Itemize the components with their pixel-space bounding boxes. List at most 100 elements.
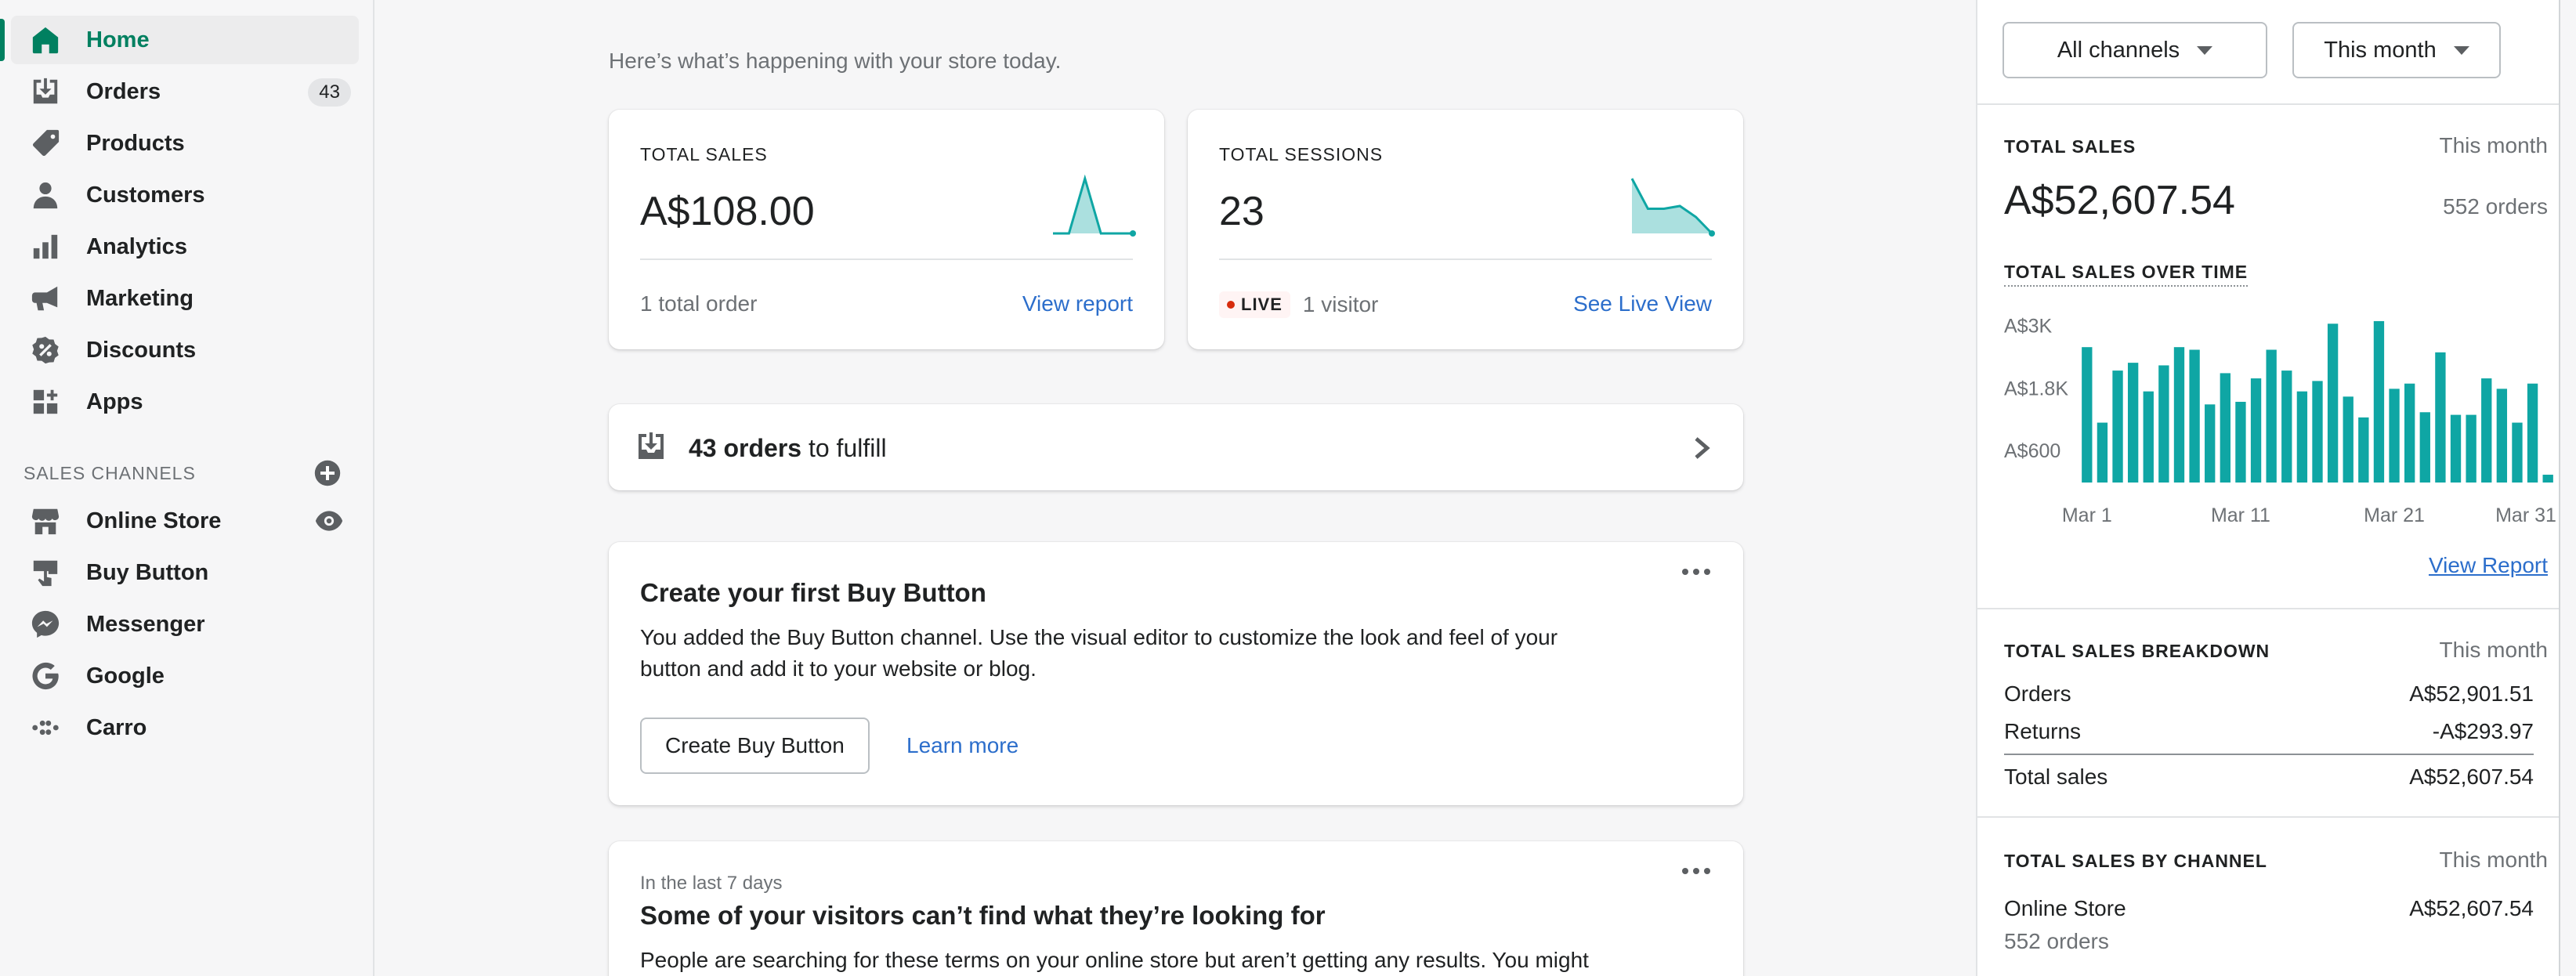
chart-bar[interactable]: [2189, 349, 2200, 483]
sidebar-item-label: Online Store: [86, 508, 222, 533]
live-dot-icon: [1227, 301, 1235, 309]
more-actions-icon[interactable]: [1681, 564, 1712, 580]
add-channel-icon[interactable]: [313, 459, 342, 487]
sidebar-item-marketing[interactable]: Marketing: [11, 274, 359, 323]
chart-bar[interactable]: [2127, 363, 2139, 483]
store-icon: [30, 505, 61, 537]
row-value: A$52,901.51: [2409, 681, 2534, 706]
chart-bar[interactable]: [2527, 383, 2538, 483]
sidebar-item-products[interactable]: Products: [11, 119, 359, 168]
buy-button-description: You added the Buy Button channel. Use th…: [640, 625, 1558, 681]
live-label: LIVE: [1241, 295, 1283, 314]
period-dropdown[interactable]: This month: [2292, 22, 2501, 78]
chart-bar[interactable]: [2343, 396, 2353, 483]
chart-bar[interactable]: [2158, 365, 2169, 483]
chart-bar[interactable]: [2404, 383, 2415, 483]
x-tick-label: Mar 31: [2495, 504, 2556, 526]
sidebar-item-home[interactable]: Home: [0, 16, 359, 64]
chart-bar[interactable]: [2512, 422, 2523, 483]
total-sales-label: TOTAL SALES: [2004, 136, 2136, 157]
orders-to-fulfill-row[interactable]: 43 orders to fulfill: [609, 404, 1743, 490]
eye-icon[interactable]: [315, 508, 343, 533]
total-sales-value: A$52,607.54: [2004, 178, 2235, 223]
buy-button-icon: [30, 557, 61, 588]
sidebar-item-label: Products: [86, 130, 185, 156]
greeting-text: Here’s what’s happening with your store …: [609, 49, 1062, 73]
chart-bar[interactable]: [2220, 373, 2230, 483]
sidebar-item-messenger[interactable]: Messenger: [11, 600, 359, 649]
see-live-view-link[interactable]: See Live View: [1573, 291, 1712, 316]
messenger-icon: [30, 609, 61, 640]
caret-down-icon: [2453, 45, 2469, 55]
divider: [1977, 816, 2559, 818]
orders-to-fulfill-text: 43 orders to fulfill: [689, 434, 887, 463]
total-sales-period: This month: [2439, 133, 2549, 157]
channels-dropdown[interactable]: All channels: [2003, 22, 2267, 78]
sidebar-item-label: Apps: [86, 389, 143, 414]
view-report-link[interactable]: View Report: [2429, 553, 2548, 578]
chart-bar[interactable]: [2312, 381, 2323, 483]
sidebar-item-online-store[interactable]: Online Store: [11, 497, 359, 545]
sessions-sparkline: [1630, 178, 1715, 237]
chart-bar[interactable]: [2296, 391, 2308, 483]
sidebar-item-label: Orders: [86, 78, 161, 104]
chart-bar[interactable]: [2112, 371, 2123, 483]
chart-bar[interactable]: [2143, 391, 2154, 483]
create-buy-button-button[interactable]: Create Buy Button: [640, 718, 870, 774]
chart-bar[interactable]: [2250, 378, 2262, 483]
chart-bar[interactable]: [2205, 404, 2216, 483]
sidebar-item-analytics[interactable]: Analytics: [11, 222, 359, 271]
sidebar-item-apps[interactable]: Apps: [11, 378, 359, 426]
live-badge: LIVE: [1219, 291, 1290, 318]
total-sessions-value: 23: [1219, 189, 1264, 234]
chart-bar[interactable]: [2373, 320, 2385, 483]
sessions-sparkline-area: [1632, 179, 1712, 233]
chart-bar[interactable]: [2358, 417, 2369, 483]
chart-bar[interactable]: [2466, 414, 2477, 483]
chart-bar[interactable]: [2450, 414, 2462, 483]
panel-scroll-edge: [2559, 0, 2576, 976]
row-value: -A$293.97: [2432, 719, 2534, 743]
total-sessions-label: TOTAL SESSIONS: [1219, 144, 1384, 164]
breakdown-row-orders: Orders A$52,901.51: [2004, 681, 2534, 707]
breakdown-label: TOTAL SALES BREAKDOWN: [2004, 641, 2270, 661]
chart-bar[interactable]: [2281, 371, 2292, 483]
chart-bar[interactable]: [2419, 412, 2430, 483]
chart-bar[interactable]: [2542, 475, 2553, 483]
carro-icon: [30, 712, 61, 743]
total-sales-label: TOTAL SALES: [640, 144, 768, 164]
learn-more-link[interactable]: Learn more: [906, 733, 1018, 758]
more-actions-icon[interactable]: [1681, 863, 1712, 879]
sidebar-item-label: Analytics: [86, 233, 187, 259]
person-icon: [30, 179, 61, 211]
sidebar-item-google[interactable]: Google: [11, 652, 359, 700]
chart-bar[interactable]: [2327, 324, 2339, 483]
chart-bar[interactable]: [2496, 389, 2508, 483]
x-tick-label: Mar 1: [2062, 504, 2112, 526]
total-sales-card: TOTAL SALES A$108.00 1 total order View …: [609, 110, 1164, 349]
chart-bar[interactable]: [2173, 347, 2185, 483]
home-icon: [30, 24, 61, 56]
search-insights-card: In the last 7 days Some of your visitors…: [609, 841, 1743, 976]
view-report-link[interactable]: View report: [1022, 291, 1133, 316]
chart-bar[interactable]: [2389, 389, 2400, 483]
by-channel-label: TOTAL SALES BY CHANNEL: [2004, 851, 2267, 871]
chart-bar[interactable]: [2435, 352, 2446, 483]
sidebar-item-orders[interactable]: Orders 43: [11, 67, 359, 116]
chart-bar[interactable]: [2235, 401, 2246, 483]
sidebar-item-discounts[interactable]: Discounts: [11, 326, 359, 374]
sidebar-item-customers[interactable]: Customers: [11, 171, 359, 219]
chart-bar[interactable]: [2082, 347, 2093, 483]
section-title: SALES CHANNELS: [24, 462, 196, 483]
period-caption: In the last 7 days: [640, 873, 783, 894]
buy-button-card: Create your first Buy Button You added t…: [609, 542, 1743, 805]
period-dropdown-value: This month: [2324, 37, 2437, 63]
chart-bar[interactable]: [2266, 349, 2277, 483]
sidebar-item-buy-button[interactable]: Buy Button: [11, 548, 359, 597]
total-sales-value: A$108.00: [640, 189, 815, 234]
y-tick-label: A$600: [2004, 440, 2060, 462]
chart-bar[interactable]: [2481, 378, 2492, 483]
row-label: Total sales: [2004, 765, 2108, 789]
sidebar-item-carro[interactable]: Carro: [11, 703, 359, 752]
chart-bar[interactable]: [2097, 422, 2108, 483]
